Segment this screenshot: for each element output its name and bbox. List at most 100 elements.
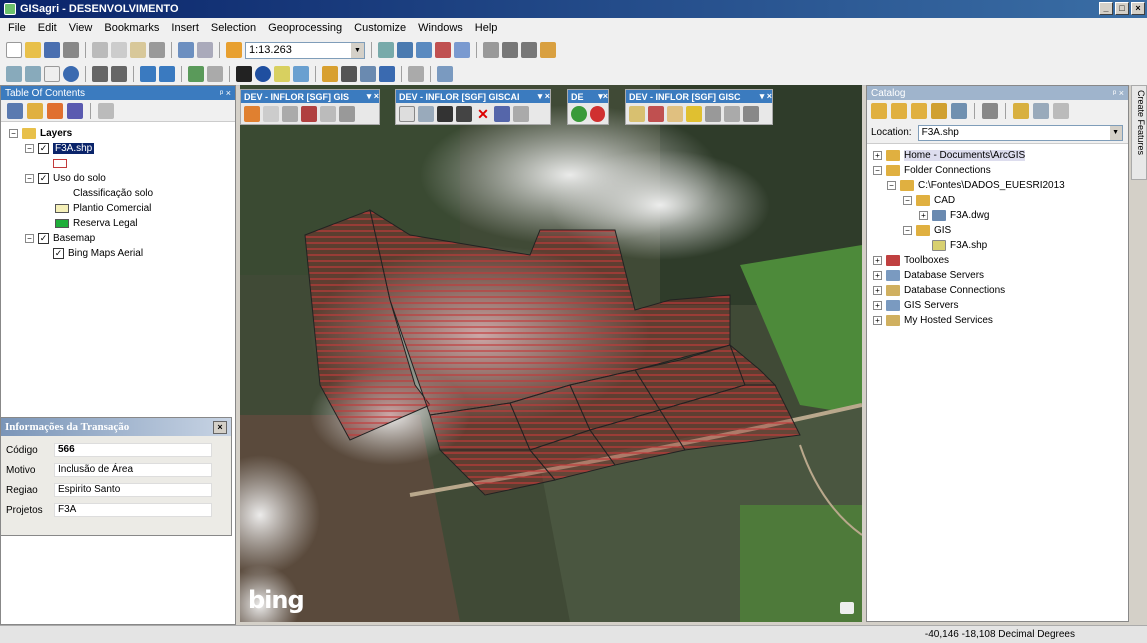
tool-icon[interactable] <box>244 106 260 122</box>
collapse-icon[interactable]: − <box>887 181 896 190</box>
back-icon[interactable] <box>871 103 887 119</box>
menu-file[interactable]: File <box>8 22 26 34</box>
tool-icon[interactable] <box>339 106 355 122</box>
expand-icon[interactable]: + <box>873 271 882 280</box>
menu-geoprocessing[interactable]: Geoprocessing <box>268 22 342 34</box>
map-scale-select[interactable]: 1:13.263 ▼ <box>245 41 365 59</box>
tool-icon[interactable] <box>629 106 645 122</box>
catalog-item-folder-connections[interactable]: − Folder Connections <box>873 163 1128 178</box>
menu-windows[interactable]: Windows <box>418 22 463 34</box>
tool-icon[interactable] <box>456 106 472 122</box>
menu-customize[interactable]: Customize <box>354 22 406 34</box>
tool-icon[interactable] <box>705 106 721 122</box>
expand-icon[interactable]: + <box>873 301 882 310</box>
chevron-down-icon[interactable]: ▼ <box>1109 125 1122 140</box>
menu-selection[interactable]: Selection <box>211 22 256 34</box>
collapse-icon[interactable]: − <box>903 196 912 205</box>
menu-bookmarks[interactable]: Bookmarks <box>104 22 159 34</box>
add-data-icon[interactable] <box>226 42 242 58</box>
chevron-down-icon[interactable]: ▼ <box>351 42 364 58</box>
layer-basemap[interactable]: − ✓ Basemap <box>9 231 235 246</box>
connect-folder-icon[interactable] <box>951 103 967 119</box>
layer-checkbox[interactable]: ✓ <box>38 233 49 244</box>
catalog-item-f3a-dwg[interactable]: + F3A.dwg <box>873 208 1128 223</box>
catalog-item-gis-servers[interactable]: + GIS Servers <box>873 298 1128 313</box>
expand-icon[interactable]: + <box>873 316 882 325</box>
projetos-field[interactable]: F3A <box>54 503 212 517</box>
toolbar-close-icon[interactable]: ▾× <box>598 91 608 102</box>
layout-icon[interactable] <box>437 65 453 82</box>
collapse-icon[interactable]: − <box>25 144 34 153</box>
layers-group[interactable]: − Layers <box>9 126 235 141</box>
up-folder-icon[interactable] <box>911 103 927 119</box>
map-info-icon[interactable] <box>840 602 854 614</box>
catalog-item-fontes[interactable]: − C:\Fontes\DADOS_EUESRI2013 <box>873 178 1128 193</box>
table-icon[interactable] <box>397 42 413 58</box>
delete-icon[interactable] <box>149 42 165 58</box>
tool-icon[interactable] <box>399 106 415 122</box>
tool-icon[interactable] <box>724 106 740 122</box>
tool-icon[interactable] <box>263 106 279 122</box>
clear-selection-icon[interactable] <box>207 65 223 82</box>
list-by-source-icon[interactable] <box>27 102 43 119</box>
menu-insert[interactable]: Insert <box>171 22 199 34</box>
toggle-contents-icon[interactable] <box>1033 103 1049 119</box>
layer-f3a[interactable]: − ✓ F3A.shp <box>9 141 235 156</box>
catalog-item-database-servers[interactable]: + Database Servers <box>873 268 1128 283</box>
pin-icon[interactable]: ᵖ × <box>220 88 231 98</box>
collapse-icon[interactable]: − <box>873 166 882 175</box>
layer-checkbox[interactable]: ✓ <box>38 173 49 184</box>
tool-icon[interactable] <box>686 106 702 122</box>
catalog-item-home[interactable]: + Home - Documents\ArcGIS <box>873 148 1128 163</box>
toolbar-close-icon[interactable]: ▾ × <box>367 91 379 102</box>
layer-bing[interactable]: ✓ Bing Maps Aerial <box>9 246 235 261</box>
catalog-item-cad[interactable]: − CAD <box>873 193 1128 208</box>
minimize-button[interactable]: _ <box>1099 2 1113 15</box>
catalog-item-toolboxes[interactable]: + Toolboxes <box>873 253 1128 268</box>
time-slider-icon[interactable] <box>379 65 395 82</box>
expand-icon[interactable]: + <box>919 211 928 220</box>
tool-icon[interactable] <box>301 106 317 122</box>
tool-icon[interactable] <box>418 106 434 122</box>
catalog-item-hosted-services[interactable]: + My Hosted Services <box>873 313 1128 328</box>
find-icon[interactable] <box>341 65 357 82</box>
pointer-icon[interactable] <box>521 42 537 58</box>
collapse-icon[interactable]: − <box>25 174 34 183</box>
create-features-tab[interactable]: Create Features <box>1131 85 1147 180</box>
layer-checkbox[interactable]: ✓ <box>38 143 49 154</box>
forward-icon[interactable] <box>891 103 907 119</box>
tool-icon[interactable] <box>320 106 336 122</box>
print-icon[interactable] <box>63 42 79 58</box>
help-tool-icon[interactable] <box>540 42 556 58</box>
catalog-icon[interactable] <box>416 42 432 58</box>
transaction-header[interactable]: Informações da Transação × <box>1 418 231 436</box>
create-viewer-icon[interactable] <box>408 65 424 82</box>
back-icon[interactable] <box>140 65 156 82</box>
tool-icon[interactable] <box>282 106 298 122</box>
list-by-visibility-icon[interactable] <box>47 102 63 119</box>
menu-help[interactable]: Help <box>475 22 498 34</box>
catalog-item-gis[interactable]: − GIS <box>873 223 1128 238</box>
regiao-field[interactable]: Espirito Santo <box>54 483 212 497</box>
layer-checkbox[interactable]: ✓ <box>53 248 64 259</box>
tool-icon[interactable] <box>648 106 664 122</box>
codigo-field[interactable]: 566 <box>54 443 212 457</box>
editor-icon[interactable] <box>378 42 394 58</box>
zoom-out-icon[interactable] <box>25 65 41 82</box>
toolbar-close-icon[interactable]: ▾ × <box>538 91 550 102</box>
forward-icon[interactable] <box>159 65 175 82</box>
cut-icon[interactable] <box>92 42 108 58</box>
expand-icon[interactable]: + <box>873 256 882 265</box>
pin-icon[interactable]: ᵖ × <box>1113 88 1124 98</box>
catalog-item-f3a-shp[interactable]: F3A.shp <box>873 238 1128 253</box>
tool-icon[interactable] <box>743 106 759 122</box>
html-popup-icon[interactable] <box>293 65 309 82</box>
identify-icon[interactable] <box>255 65 271 82</box>
tool-icon[interactable] <box>437 106 453 122</box>
fixed-zoom-in-icon[interactable] <box>92 65 108 82</box>
delete-icon[interactable]: ✕ <box>475 106 491 122</box>
list-by-drawing-order-icon[interactable] <box>7 102 23 119</box>
pan-icon[interactable] <box>44 65 60 82</box>
measure-icon[interactable] <box>322 65 338 82</box>
hyperlink-icon[interactable] <box>274 65 290 82</box>
